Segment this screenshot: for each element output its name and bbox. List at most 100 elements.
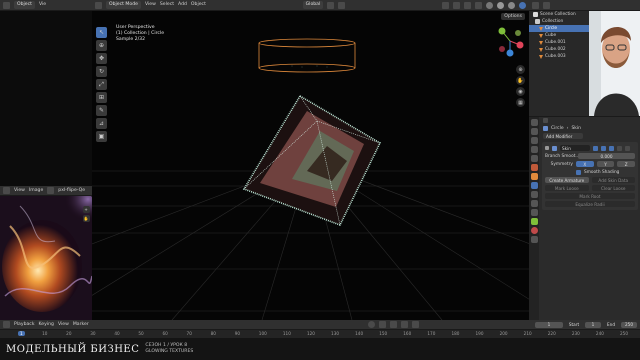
- xray-icon[interactable]: [475, 1, 483, 9]
- particles-tab-icon[interactable]: [530, 191, 538, 198]
- transform-tool-icon[interactable]: ⊞: [96, 92, 107, 103]
- zoom-viewport-icon[interactable]: ⊕: [516, 65, 525, 74]
- outliner-editor-icon[interactable]: [532, 1, 539, 9]
- shading-solid-icon[interactable]: [497, 1, 505, 9]
- image-menu-image[interactable]: Image: [29, 188, 43, 194]
- object-tab-icon[interactable]: [530, 173, 538, 180]
- equalize-radii-button[interactable]: Equalize Radii: [545, 201, 635, 207]
- menu-select[interactable]: Select: [160, 2, 174, 8]
- timeline-menu-marker[interactable]: Marker: [73, 322, 89, 328]
- jump-start-icon[interactable]: [378, 321, 386, 328]
- outliner-item-cube-003[interactable]: Cube.003: [529, 53, 589, 60]
- end-frame-field[interactable]: 250: [621, 321, 637, 328]
- outliner-item-cube-001[interactable]: Cube.001: [529, 39, 589, 46]
- scene-tab-icon[interactable]: [530, 155, 538, 162]
- symmetry-x-toggle[interactable]: X: [575, 161, 594, 167]
- rotate-tool-icon[interactable]: ↻: [96, 66, 107, 77]
- texture-tab-icon[interactable]: [530, 236, 538, 243]
- gizmo-icon[interactable]: [453, 1, 461, 9]
- modifier-name-field[interactable]: Skin: [560, 145, 590, 151]
- timeline-editor-type-icon[interactable]: [3, 321, 10, 328]
- mode-select-left[interactable]: Object: [14, 1, 35, 9]
- transform-orientation-select[interactable]: Global: [302, 1, 324, 9]
- overlay-icon[interactable]: [464, 1, 472, 9]
- outliner-item-collection[interactable]: Collection: [529, 18, 589, 25]
- render-tab-icon[interactable]: [530, 128, 538, 135]
- shading-material-icon[interactable]: [508, 1, 516, 9]
- left-view-menu[interactable]: Vie: [39, 2, 46, 8]
- outliner-item-circle[interactable]: Circle: [529, 25, 589, 32]
- menu-object[interactable]: Object: [191, 2, 206, 8]
- symmetry-z-toggle[interactable]: Z: [617, 161, 635, 167]
- timeline-menu-keying[interactable]: Keying: [39, 322, 54, 328]
- annotate-tool-icon[interactable]: ✎: [96, 105, 107, 116]
- image-menu-view[interactable]: View: [14, 188, 25, 194]
- editor-type-icon[interactable]: [3, 1, 10, 9]
- close-icon[interactable]: [625, 145, 630, 151]
- tool-settings-tab-icon[interactable]: [530, 119, 538, 126]
- measure-tool-icon[interactable]: ⊿: [96, 118, 107, 129]
- physics-tab-icon[interactable]: [530, 200, 538, 207]
- menu-view[interactable]: View: [145, 2, 156, 8]
- menu-add[interactable]: Add: [178, 2, 187, 8]
- camera-view-icon[interactable]: ◉: [516, 87, 525, 96]
- constraints-tab-icon[interactable]: [530, 209, 538, 216]
- start-frame-field[interactable]: 1: [585, 321, 601, 328]
- search-icon[interactable]: [543, 118, 548, 123]
- viewport-toggle-icon[interactable]: [601, 145, 606, 151]
- create-armature-button[interactable]: Create Armature: [545, 177, 589, 183]
- cursor-tool-icon[interactable]: ⊕: [96, 40, 107, 51]
- play-icon[interactable]: [400, 321, 408, 328]
- material-tab-icon[interactable]: [530, 227, 538, 234]
- viewport-3d[interactable]: User Perspective (1) Collection | Circle…: [92, 11, 529, 320]
- branch-smoothing-field[interactable]: 0.000: [578, 153, 635, 159]
- output-tab-icon[interactable]: [530, 137, 538, 144]
- timeline-menu-view[interactable]: View: [58, 322, 69, 328]
- add-skin-data-button[interactable]: Add Skin Data: [591, 177, 635, 183]
- mark-loose-button[interactable]: Mark Loose: [545, 185, 589, 191]
- modifier-menu-icon[interactable]: [617, 145, 622, 151]
- image-editor-canvas[interactable]: + ✋: [0, 196, 92, 320]
- smooth-shading-checkbox[interactable]: [576, 169, 581, 175]
- viewport-editor-type-icon[interactable]: [95, 1, 102, 9]
- outliner-scene-collection[interactable]: Scene Collection: [529, 11, 589, 18]
- image-editor-type-icon[interactable]: [3, 187, 10, 194]
- jump-end-icon[interactable]: [411, 321, 419, 328]
- perspective-toggle-icon[interactable]: ▦: [516, 98, 525, 107]
- render-toggle-icon[interactable]: [609, 145, 614, 151]
- play-reverse-icon[interactable]: [389, 321, 397, 328]
- shading-wireframe-icon[interactable]: [486, 1, 494, 9]
- view-layer-tab-icon[interactable]: [530, 146, 538, 153]
- edit-mode-toggle-icon[interactable]: [593, 145, 598, 151]
- timeline-menu-playback[interactable]: Playback: [14, 322, 35, 328]
- move-tool-icon[interactable]: ✥: [96, 53, 107, 64]
- select-box-icon[interactable]: ↖: [96, 27, 107, 38]
- snap-icon[interactable]: [327, 1, 335, 9]
- data-tab-icon[interactable]: [530, 218, 538, 225]
- object-mode-select[interactable]: Object Mode: [106, 1, 141, 9]
- outliner-filter-icon[interactable]: [543, 1, 550, 9]
- zoom-icon[interactable]: +: [82, 206, 90, 213]
- add-modifier-button[interactable]: Add Modifier: [543, 133, 583, 139]
- outliner-item-cube[interactable]: Cube: [529, 32, 589, 39]
- record-icon[interactable]: [367, 321, 375, 328]
- timeline-ruler[interactable]: 1 10 20 30 40 50 60 70 80 90 100 110 120 130 140 150 160…: [0, 330, 640, 338]
- viewport-options-button[interactable]: Options: [501, 13, 525, 20]
- image-name-field[interactable]: pxl-flipe-Qe: [58, 188, 85, 194]
- add-cube-tool-icon[interactable]: ▣: [96, 131, 107, 142]
- visibility-icon[interactable]: [442, 1, 450, 9]
- clear-loose-button[interactable]: Clear Loose: [591, 185, 635, 191]
- pan-viewport-icon[interactable]: ✋: [516, 76, 525, 85]
- current-frame-field[interactable]: 1: [535, 321, 563, 328]
- modifier-tab-icon[interactable]: [530, 182, 538, 189]
- symmetry-y-toggle[interactable]: Y: [596, 161, 615, 167]
- world-tab-icon[interactable]: [530, 164, 538, 171]
- shading-rendered-icon[interactable]: [519, 1, 527, 9]
- pan-hand-icon[interactable]: ✋: [82, 215, 90, 222]
- collapse-chevron-icon[interactable]: [545, 146, 549, 150]
- proportional-edit-icon[interactable]: [338, 1, 346, 9]
- outliner-item-cube-002[interactable]: Cube.002: [529, 46, 589, 53]
- scale-tool-icon[interactable]: ⤢: [96, 79, 107, 90]
- mark-root-button[interactable]: Mark Root: [545, 193, 635, 199]
- image-browse-icon[interactable]: [47, 187, 55, 194]
